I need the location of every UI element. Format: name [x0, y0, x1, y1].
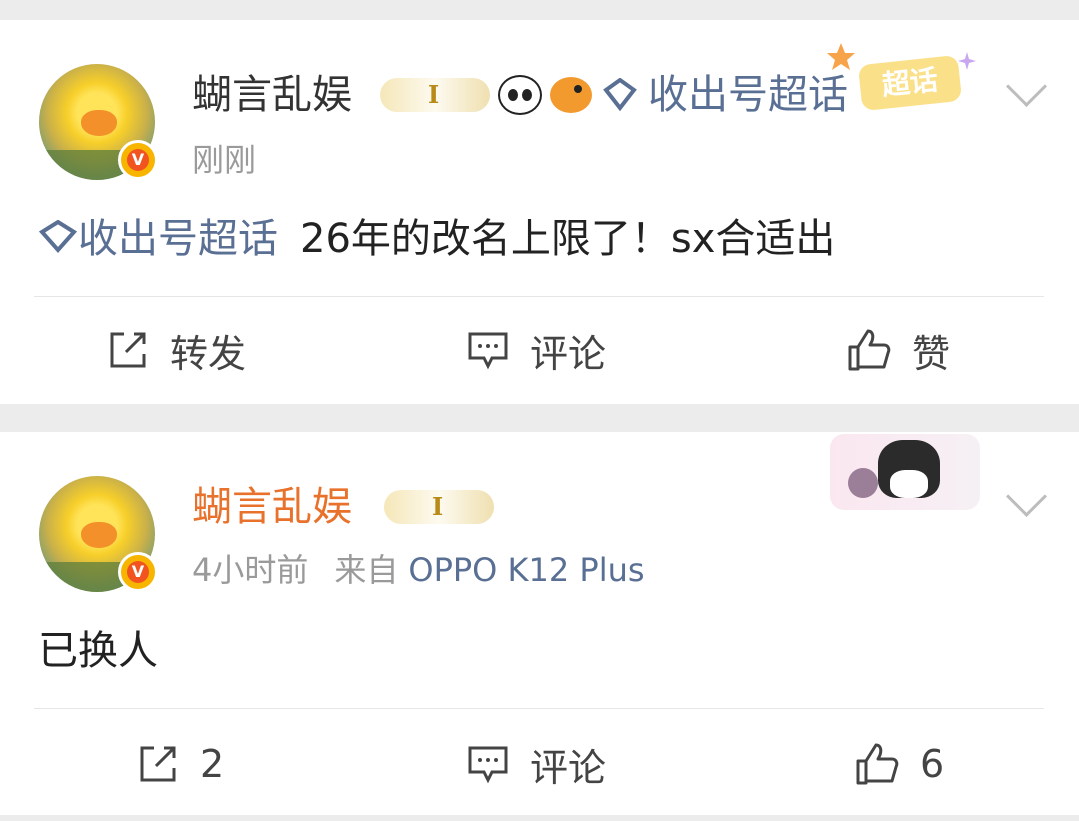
avatar-beak: [81, 522, 117, 548]
topic-tag[interactable]: 收出号超话: [648, 70, 848, 120]
comment-button[interactable]: 评论: [466, 320, 606, 380]
bear-decoration-icon: [848, 468, 878, 498]
post-time: 刚刚: [192, 141, 257, 179]
chevron-down-icon[interactable]: [1005, 65, 1048, 108]
comment-button[interactable]: 评论: [466, 734, 606, 794]
like-label: 赞: [912, 331, 951, 376]
post-card: V 蝴言乱娱 I 4小时前 来自 OPPO K12 Plus 已换人 2 评论 6: [0, 432, 1079, 815]
level-badge-icon[interactable]: I: [384, 490, 494, 524]
topic-link[interactable]: 收出号超话: [78, 216, 278, 262]
verified-badge-icon: V: [118, 140, 158, 180]
comment-icon: [468, 746, 508, 784]
post-meta: 4小时前 来自 OPPO K12 Plus: [192, 550, 645, 590]
comment-label: 评论: [530, 745, 607, 790]
avatar-beak: [81, 110, 117, 136]
post-body: 收出号超话 26年的改名上限了！sx合适出: [38, 214, 835, 264]
post-time: 4小时前: [192, 551, 309, 589]
like-button[interactable]: 6: [854, 734, 944, 794]
panda-icon[interactable]: [498, 75, 542, 115]
comment-icon: [468, 332, 508, 370]
super-topic-tag[interactable]: 超话: [857, 54, 963, 112]
badge-row: I 收出号超话: [380, 72, 848, 118]
verified-badge-icon: V: [118, 552, 158, 592]
like-count: 6: [920, 742, 945, 786]
divider: [34, 708, 1044, 709]
repost-count: 2: [200, 742, 225, 786]
star-icon: [827, 43, 855, 70]
share-icon: [110, 332, 146, 368]
kuromi-face-icon: [890, 470, 928, 498]
post-text: 26年的改名上限了！sx合适出: [300, 216, 836, 262]
diamond-icon: [603, 78, 637, 112]
thumbs-up-icon: [848, 329, 891, 371]
source-link[interactable]: OPPO K12 Plus: [408, 551, 644, 589]
comment-label: 评论: [530, 331, 607, 376]
chevron-down-icon[interactable]: [1005, 475, 1048, 518]
post-card: V 蝴言乱娱 I 收出号超话 超话 刚刚 收出号超话 26年的改名上限了！sx合适…: [0, 20, 1079, 404]
share-icon: [140, 746, 176, 782]
thumbs-up-icon: [856, 743, 899, 785]
repost-button[interactable]: 转发: [106, 320, 246, 380]
pufferfish-icon[interactable]: [550, 77, 592, 113]
sparkle-icon: [958, 52, 976, 70]
username[interactable]: 蝴言乱娱: [192, 70, 352, 120]
diamond-icon: [38, 220, 78, 254]
username[interactable]: 蝴言乱娱: [192, 482, 352, 532]
like-button[interactable]: 赞: [846, 320, 950, 380]
post-text: 已换人: [38, 628, 158, 674]
source-prefix: 来自: [334, 551, 399, 589]
divider: [34, 296, 1044, 297]
kuromi-decoration[interactable]: [830, 434, 980, 510]
level-badge-icon[interactable]: I: [380, 78, 490, 112]
repost-button[interactable]: 2: [136, 734, 224, 794]
repost-label: 转发: [170, 331, 247, 376]
